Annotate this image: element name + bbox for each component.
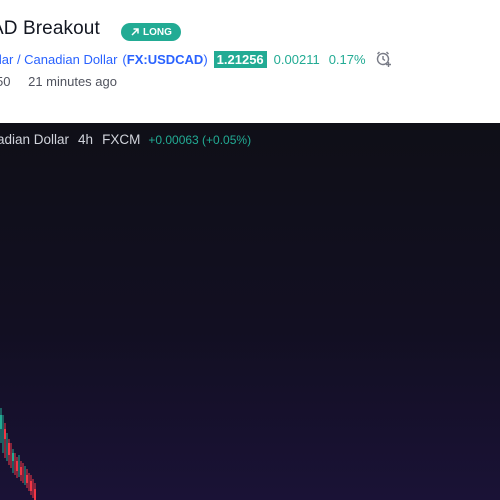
symbol-row: llar / Canadian Dollar (FX:USDCAD) 1.212… (0, 49, 393, 69)
chart-area[interactable]: adian Dollar 4h FXCM +0.00063 (+0.05%) (0, 123, 500, 500)
long-badge: LONG (121, 23, 181, 41)
price-change-percent: 0.17% (328, 51, 366, 67)
author-fragment[interactable]: 50 (0, 74, 10, 89)
symbol-name-link[interactable]: llar / Canadian Dollar (0, 52, 117, 67)
ticker-link[interactable]: (FX:USDCAD) (122, 52, 207, 67)
idea-meta: 50 21 minutes ago (0, 74, 117, 89)
arrow-up-right-icon (131, 28, 139, 36)
idea-header: AD Breakout LONG llar / Canadian Dollar … (0, 0, 500, 123)
price-change: 0.00211 (273, 51, 320, 67)
posted-time: 21 minutes ago (28, 74, 117, 89)
candle-body (34, 489, 36, 500)
last-price: 1.21256 (213, 50, 267, 68)
badge-label: LONG (143, 26, 172, 38)
alarm-clock-add-icon[interactable] (375, 50, 393, 68)
candle-body (12, 453, 14, 461)
candle-body (8, 443, 10, 455)
candlestick-series (0, 408, 36, 500)
candle-body (4, 429, 6, 439)
candle-body (20, 467, 22, 475)
candle-body (16, 461, 18, 471)
idea-title: AD Breakout (0, 18, 100, 39)
candle-body (30, 481, 32, 491)
candle-body (26, 475, 28, 483)
ticker-close-paren: ) (203, 51, 208, 67)
ticker-symbol: FX:USDCAD (126, 51, 204, 67)
candle-body (0, 415, 2, 429)
